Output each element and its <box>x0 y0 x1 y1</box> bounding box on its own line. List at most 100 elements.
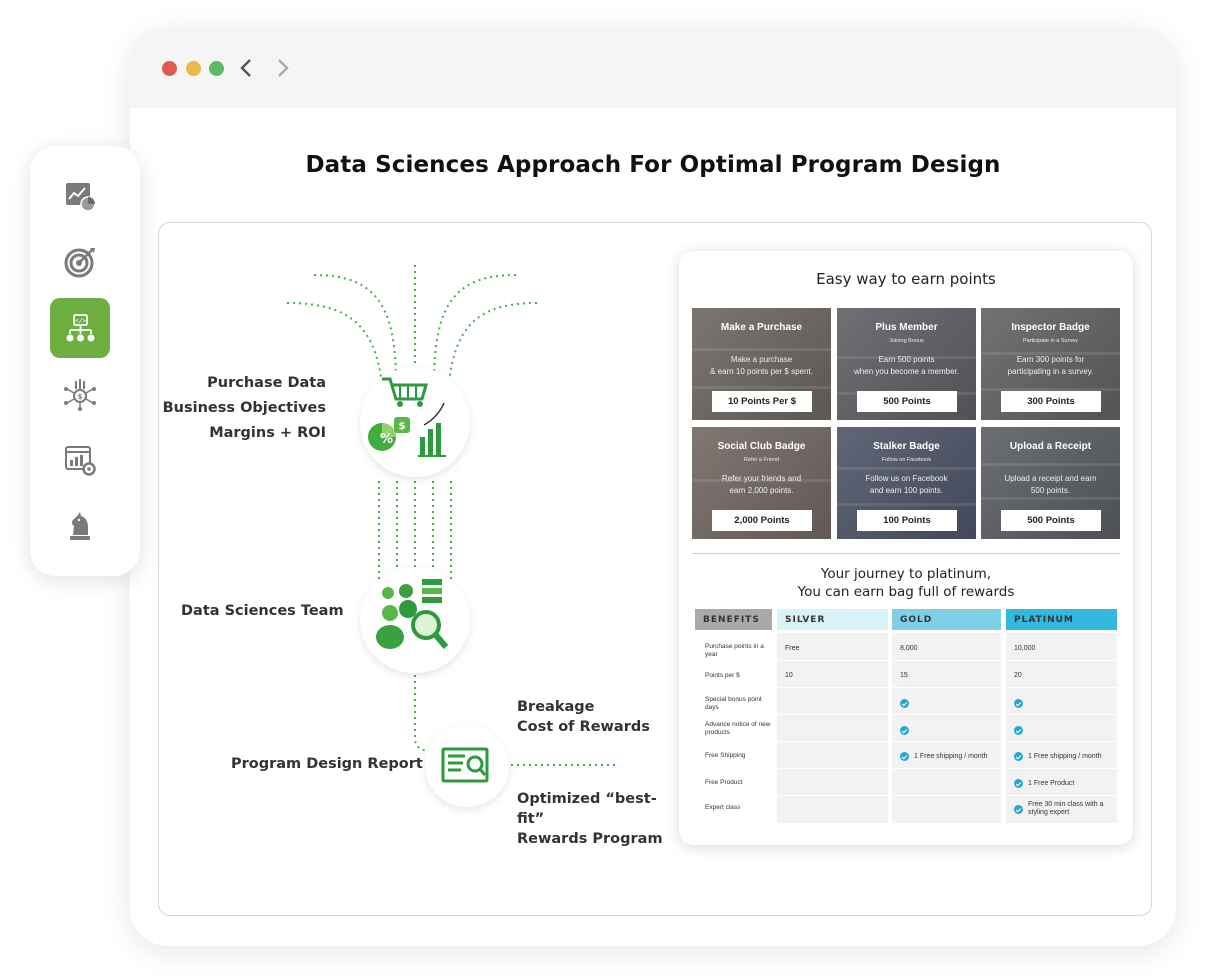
silver-value: Free <box>785 645 800 652</box>
sidebar-item-dashboard[interactable] <box>50 430 110 490</box>
tile-description: Follow us on Facebook and earn 100 point… <box>865 474 948 495</box>
platinum-check-icon <box>1014 779 1023 788</box>
tile-points-button[interactable]: 500 Points <box>1001 510 1101 531</box>
minimize-window-dot[interactable] <box>186 61 201 76</box>
tile-name: Stalker Badge <box>873 441 940 452</box>
tile-name: Inspector Badge <box>1011 322 1090 333</box>
sidebar-item-code-hierarchy[interactable]: </> <box>50 298 110 358</box>
tile-description: Earn 500 points when you become a member… <box>854 355 959 376</box>
platinum-value: 20 <box>1014 672 1022 679</box>
chevron-right-icon <box>278 59 289 77</box>
tile-points-button[interactable]: 2,000 Points <box>712 510 812 531</box>
header-gold: GOLD <box>892 609 1001 630</box>
data-sciences-team-circle <box>360 567 470 673</box>
report-search-icon <box>441 747 489 783</box>
header-silver: SILVER <box>777 609 888 630</box>
row-separator <box>695 714 1117 715</box>
earn-tile[interactable]: Stalker Badge Follow on Facebook Follow … <box>837 427 976 539</box>
back-button[interactable] <box>234 52 258 84</box>
code-hierarchy-icon: </> <box>66 314 95 342</box>
svg-text:%: % <box>380 432 393 447</box>
close-window-dot[interactable] <box>162 61 177 76</box>
earn-tile[interactable]: Upload a Receipt Upload a receipt and ea… <box>981 427 1120 539</box>
tile-description: Refer your friends and earn 2,000 points… <box>721 474 802 495</box>
tile-name: Make a Purchase <box>720 322 803 333</box>
earn-tile[interactable]: Make a Purchase Make a purchase & earn 1… <box>692 308 831 420</box>
silver-value: 10 <box>785 672 793 679</box>
team-label: Data Sciences Team <box>181 603 344 619</box>
benefit-label: Free Product <box>705 779 743 786</box>
svg-text:$: $ <box>78 393 83 401</box>
dashboard-settings-icon <box>65 446 96 476</box>
page-title: Data Sciences Approach For Optimal Progr… <box>305 152 1001 178</box>
benefit-label: Expert class <box>705 804 741 811</box>
row-separator <box>695 741 1117 742</box>
gold-check-icon <box>900 752 909 761</box>
input-label: Business Objectives <box>162 400 326 416</box>
input-label: Margins + ROI <box>209 425 326 441</box>
output-label: Optimized “best-fit” <box>517 791 657 827</box>
output-label: Breakage <box>517 699 595 715</box>
tile-name: Plus Member <box>875 322 938 333</box>
benefit-label: Free Shipping <box>705 752 746 759</box>
tile-points-button[interactable]: 10 Points Per $ <box>712 391 812 412</box>
gold-check-icon <box>900 726 909 735</box>
tile-description: Upload a receipt and earn 500 points. <box>1004 474 1097 495</box>
row-separator <box>695 687 1117 688</box>
tile-points-button[interactable]: 100 Points <box>857 510 957 531</box>
earn-tile[interactable]: Plus Member Joining Bonus Earn 500 point… <box>837 308 976 420</box>
team-search-icon <box>376 579 449 649</box>
svg-text:</>: </> <box>75 318 86 325</box>
program-report-circle <box>425 725 509 807</box>
benefit-label: Points per $ <box>705 672 740 679</box>
analytics-chart-icon <box>66 183 96 212</box>
earn-points-title: Easy way to earn points <box>816 270 996 288</box>
tile-description: Earn 300 points for participating in a s… <box>1007 355 1094 376</box>
target-icon <box>64 248 95 278</box>
benefit-label: Special bonus point days <box>705 696 762 711</box>
sidebar: </> $ <box>30 146 140 576</box>
benefit-label: Advance notice of new products <box>705 721 771 736</box>
maximize-window-dot[interactable] <box>209 61 224 76</box>
sidebar-item-target[interactable] <box>50 232 110 292</box>
platinum-check-icon <box>1014 752 1023 761</box>
tile-description: Make a purchase & earn 10 points per $ s… <box>710 355 813 376</box>
sidebar-item-growth[interactable]: $ <box>50 364 110 424</box>
rewards-card: Easy way to earn points Make a Purchase … <box>679 251 1133 845</box>
platinum-value: 1 Free shipping / month <box>1028 753 1102 760</box>
earn-tile[interactable]: Social Club Badge Refer a Friend Refer y… <box>692 427 831 539</box>
tile-points-button[interactable]: 500 Points <box>857 391 957 412</box>
journey-title-line: Your journey to platinum, <box>820 566 992 582</box>
tile-subtitle: Joining Bonus <box>889 338 924 344</box>
purchase-data-circle: % $ <box>360 367 470 477</box>
output-top-labels: Breakage Cost of Rewards <box>517 697 650 737</box>
growth-network-icon: $ <box>64 379 96 411</box>
header-platinum: PLATINUM <box>1006 609 1117 630</box>
tile-points-button[interactable]: 300 Points <box>1001 391 1101 412</box>
gold-value: 15 <box>900 672 908 679</box>
row-separator <box>695 768 1117 769</box>
program-design-diagram: % $ Purchase Data Business Objectives Ma… <box>159 223 679 915</box>
row-separator <box>695 795 1117 796</box>
content-panel: % $ Purchase Data Business Objectives Ma… <box>158 222 1152 916</box>
output-label: Rewards Program <box>517 831 663 847</box>
output-label: Cost of Rewards <box>517 719 650 735</box>
shopping-cart-chart-icon: % $ <box>368 377 446 457</box>
journey-title: Your journey to platinum, You can earn b… <box>679 565 1133 601</box>
platinum-check-icon <box>1014 726 1023 735</box>
platinum-check-icon <box>1014 699 1023 708</box>
chess-knight-icon <box>70 512 90 540</box>
tile-subtitle: Follow on Facebook <box>881 457 932 463</box>
journey-title-line: You can earn bag full of rewards <box>797 584 1015 600</box>
earn-tile[interactable]: Inspector Badge Participate in a Survey … <box>981 308 1120 420</box>
title-bar <box>130 28 1176 108</box>
svg-text:$: $ <box>399 421 406 432</box>
forward-button[interactable] <box>271 52 295 84</box>
gold-value: 1 Free shipping / month <box>914 753 988 760</box>
row-separator <box>695 660 1117 661</box>
report-label: Program Design Report <box>231 756 423 772</box>
chevron-left-icon <box>240 59 251 77</box>
sidebar-item-analytics[interactable] <box>50 166 110 226</box>
platinum-value: 1 Free Product <box>1028 780 1075 787</box>
sidebar-item-strategy[interactable] <box>50 496 110 556</box>
